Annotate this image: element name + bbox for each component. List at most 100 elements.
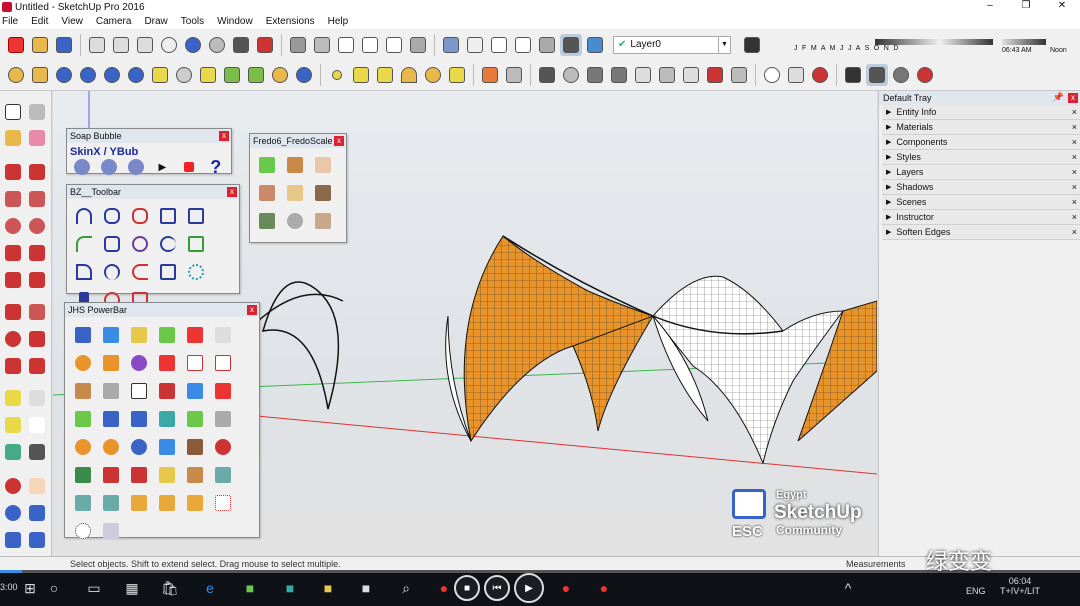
menu-file[interactable]: File xyxy=(2,16,18,27)
fredo-taper-icon[interactable] xyxy=(311,153,335,177)
menu-draw[interactable]: Draw xyxy=(144,16,167,27)
close-icon[interactable]: x xyxy=(334,136,344,146)
redo-icon[interactable] xyxy=(206,34,228,56)
help-tool-icon[interactable] xyxy=(125,64,147,86)
task-view-icon[interactable]: ▭ xyxy=(84,578,104,598)
jhs-tool-icon[interactable] xyxy=(71,407,95,431)
rotate-icon[interactable] xyxy=(2,328,24,350)
text-icon[interactable] xyxy=(26,414,48,436)
zoom-extents-icon[interactable] xyxy=(2,529,24,551)
hook-icon[interactable] xyxy=(100,260,124,284)
jhs-tool-icon[interactable] xyxy=(155,351,179,375)
jhs-tool-icon[interactable] xyxy=(211,463,235,487)
menu-window[interactable]: Window xyxy=(217,16,253,27)
m-tool-icon[interactable] xyxy=(5,64,27,86)
app-teal-icon[interactable]: ■ xyxy=(280,578,300,598)
move-axis-icon[interactable] xyxy=(197,64,219,86)
fredo-bend-icon[interactable] xyxy=(311,209,335,233)
zoom-icon[interactable] xyxy=(2,502,24,524)
protractor-tool-icon[interactable] xyxy=(2,414,24,436)
help-icon[interactable]: ? xyxy=(204,155,227,179)
jhs-tool-icon[interactable] xyxy=(211,323,235,347)
section-plane-icon[interactable] xyxy=(632,64,654,86)
jhs-tool-icon[interactable] xyxy=(71,463,95,487)
jhs-tool-icon[interactable] xyxy=(183,491,207,515)
back-view-icon[interactable] xyxy=(383,34,405,56)
jhs-tool-icon[interactable] xyxy=(211,435,235,459)
bezier-icon[interactable] xyxy=(72,204,96,228)
pin-icon[interactable]: 📌 xyxy=(1053,92,1064,103)
jhs-tool-icon[interactable] xyxy=(71,519,95,543)
plugin-green2-icon[interactable] xyxy=(245,64,267,86)
tray-item-entity-info[interactable]: ▶ Entity Info × xyxy=(882,105,1080,120)
search2-icon[interactable]: ⌕ xyxy=(396,578,416,598)
two-point-arc-icon[interactable] xyxy=(26,242,48,264)
fredo-rotate-icon[interactable] xyxy=(283,209,307,233)
menu-camera[interactable]: Camera xyxy=(96,16,132,27)
close-button[interactable]: ✕ xyxy=(1044,0,1080,11)
iso-view-icon[interactable] xyxy=(287,34,309,56)
plane-icon[interactable] xyxy=(350,64,372,86)
jhs-tool-icon[interactable] xyxy=(99,463,123,487)
section-cut-icon[interactable] xyxy=(656,64,678,86)
layer-manager-icon[interactable] xyxy=(741,34,763,56)
no-section-icon[interactable] xyxy=(704,64,726,86)
protractor-icon[interactable] xyxy=(809,64,831,86)
fredo-scale-icon[interactable] xyxy=(255,153,279,177)
close-icon[interactable]: × xyxy=(1072,212,1077,222)
jhs-tool-icon[interactable] xyxy=(211,491,235,515)
jhs-tool-icon[interactable] xyxy=(211,351,235,375)
eraser-icon[interactable] xyxy=(26,127,48,149)
menu-view[interactable]: View xyxy=(61,16,83,27)
jhs-tool-icon[interactable] xyxy=(155,491,179,515)
close-icon[interactable]: × xyxy=(1072,182,1077,192)
offset-icon[interactable] xyxy=(26,355,48,377)
paste-icon[interactable] xyxy=(134,34,156,56)
fredo-box-icon[interactable] xyxy=(283,153,307,177)
paint-bucket-icon[interactable] xyxy=(2,127,24,149)
dimension-icon[interactable] xyxy=(26,387,48,409)
wave-icon[interactable] xyxy=(156,260,180,284)
recorder-icon[interactable]: ● xyxy=(594,578,614,598)
shaded-textures-icon[interactable] xyxy=(560,33,582,56)
film2-icon[interactable] xyxy=(608,64,630,86)
menu-extensions[interactable]: Extensions xyxy=(266,16,315,27)
xray-icon[interactable] xyxy=(440,34,462,56)
arc-green-icon[interactable] xyxy=(72,232,96,256)
jhs-tool-icon[interactable] xyxy=(99,351,123,375)
close-icon[interactable]: × xyxy=(1072,122,1077,132)
save-icon[interactable] xyxy=(53,34,75,56)
sketchup-taskbar-icon[interactable]: ● xyxy=(556,578,576,598)
fredo-stretch-icon[interactable] xyxy=(283,181,307,205)
system-clock[interactable]: 06:04 T+IV+/LIT xyxy=(1000,576,1040,596)
polygon-icon[interactable] xyxy=(26,215,48,237)
rt-tool-icon[interactable] xyxy=(77,64,99,86)
language-indicator[interactable]: ENG xyxy=(966,586,986,596)
panel-title[interactable]: BZ__Toolbar xyxy=(67,185,239,199)
shaded-icon[interactable] xyxy=(536,34,558,56)
axes-tool-icon[interactable] xyxy=(2,441,24,463)
jhs-tool-icon[interactable] xyxy=(127,491,151,515)
panel-title[interactable]: Fredo6_FredoScale xyxy=(250,134,346,148)
previous-button[interactable]: ⏮ xyxy=(484,575,510,601)
move-icon[interactable] xyxy=(2,301,24,323)
jhs-tool-icon[interactable] xyxy=(155,407,179,431)
close-icon[interactable]: × xyxy=(1072,137,1077,147)
section-fill-icon[interactable] xyxy=(728,64,750,86)
menu-edit[interactable]: Edit xyxy=(31,16,48,27)
tray-item-components[interactable]: ▶ Components × xyxy=(882,135,1080,150)
copy-icon[interactable] xyxy=(110,34,132,56)
layer-select[interactable]: ✔ Layer0 ▼ xyxy=(613,35,731,54)
select-arrow-icon[interactable] xyxy=(2,101,24,123)
jhs-tool-icon[interactable] xyxy=(71,379,95,403)
app-green-icon[interactable]: ■ xyxy=(240,578,260,598)
tray-item-scenes[interactable]: ▶ Scenes × xyxy=(882,195,1080,210)
jhs-tool-icon[interactable] xyxy=(99,379,123,403)
tray-item-styles[interactable]: ▶ Styles × xyxy=(882,150,1080,165)
shadow-time-slider[interactable] xyxy=(1002,39,1046,45)
stop-button[interactable]: ■ xyxy=(454,575,480,601)
fredo-cube-icon[interactable] xyxy=(255,209,279,233)
panel-title[interactable]: Soap Bubble xyxy=(67,129,231,143)
play-button[interactable]: ▶ xyxy=(514,573,544,603)
menu-tools[interactable]: Tools xyxy=(181,16,204,27)
